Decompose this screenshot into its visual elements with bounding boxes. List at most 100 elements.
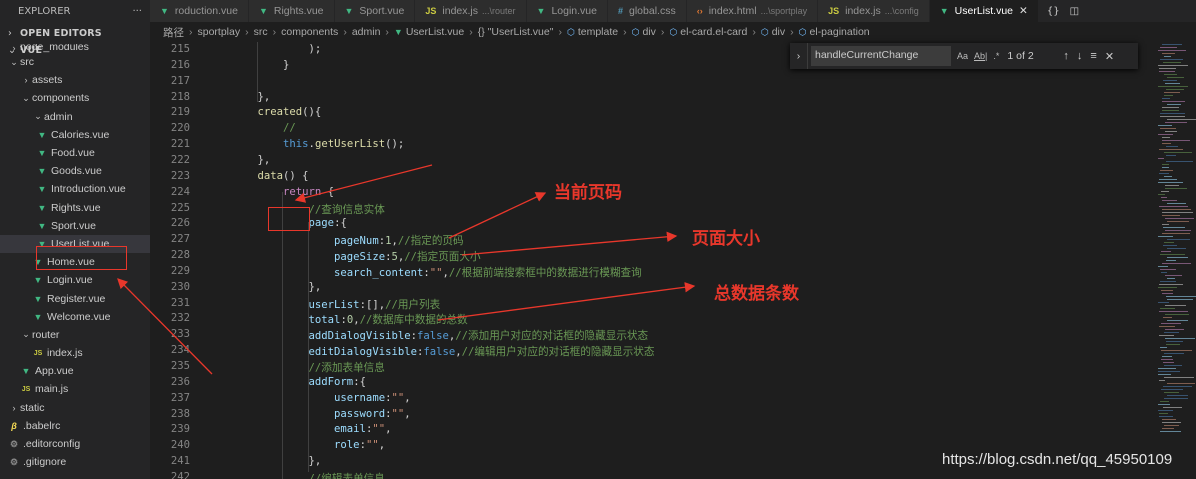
code-line[interactable]: addDialogVisible:false,//添加用户对应的对话框的隐藏显示…	[232, 328, 649, 343]
previous-match-icon[interactable]: ↑	[1063, 50, 1069, 63]
minimap-line	[1167, 221, 1189, 222]
match-case-toggle[interactable]: Aa	[957, 51, 968, 61]
chevron-right-icon: ›	[24, 75, 28, 86]
code-line[interactable]: addForm:{	[232, 376, 366, 388]
code-line[interactable]: return {	[232, 186, 334, 198]
line-number: 232	[170, 312, 190, 325]
breadcrumb-item[interactable]: src	[254, 26, 268, 38]
breadcrumb-item[interactable]: {} "UserList.vue"	[478, 26, 554, 38]
breadcrumb-item[interactable]: el-pagination	[810, 26, 870, 38]
code-line[interactable]: },	[232, 90, 271, 103]
code-editor[interactable]: 215 ); 216 } 217 218 }, 219 created(){220 //…	[150, 42, 1154, 479]
open-json-icon[interactable]: {}	[1047, 6, 1060, 17]
code-line[interactable]: username:"",	[232, 392, 411, 404]
minimap-line	[1164, 377, 1194, 378]
code-line[interactable]: data() {	[232, 170, 309, 182]
regex-toggle[interactable]: .*	[993, 51, 999, 61]
minimap-line	[1164, 398, 1188, 399]
file-app-vue[interactable]: ▼ App.vue	[0, 362, 150, 380]
find-in-selection-icon[interactable]: ≡	[1090, 50, 1096, 63]
code-token: },	[232, 90, 271, 103]
code-token: this	[232, 138, 309, 151]
watermark: https://blog.csdn.net/qq_45950109	[942, 451, 1173, 468]
file--gitignore[interactable]: ⚙ .gitignore	[0, 453, 150, 471]
next-match-icon[interactable]: ↓	[1077, 50, 1083, 63]
file--babelrc[interactable]: β .babelrc	[0, 417, 150, 435]
breadcrumb-item[interactable]: 路径	[163, 25, 184, 40]
whole-word-toggle[interactable]: Ab|	[974, 51, 987, 61]
folder-router[interactable]: ⌄ router	[0, 326, 150, 344]
code-token: );	[232, 43, 322, 55]
minimap-line	[1162, 167, 1169, 168]
code-line[interactable]: created(){	[232, 106, 322, 118]
code-token: ""	[365, 439, 379, 452]
close-icon[interactable]: ✕	[1105, 50, 1114, 63]
code-line[interactable]: //	[232, 122, 296, 134]
minimap-line	[1167, 278, 1175, 279]
tab-roduction-vue[interactable]: ▼ roduction.vue	[150, 0, 249, 22]
file-rights-vue[interactable]: ▼ Rights.vue	[0, 199, 150, 217]
tab-sport-vue[interactable]: ▼ Sport.vue	[334, 0, 416, 22]
breadcrumb-item[interactable]: div	[772, 26, 785, 38]
tree-item-label: Food.vue	[51, 147, 95, 160]
file-goods-vue[interactable]: ▼ Goods.vue	[0, 162, 150, 180]
line-number: 236	[170, 375, 190, 388]
file-index-js[interactable]: JS index.js	[0, 344, 150, 362]
indent-guide	[308, 392, 309, 472]
file-welcome-vue[interactable]: ▼ Welcome.vue	[0, 308, 150, 326]
vue-icon: ▼	[37, 202, 47, 213]
folder-node-modules[interactable]: › node_modules	[0, 44, 150, 53]
code-token: search_content	[232, 266, 424, 279]
code-line[interactable]: //编辑表单信息	[232, 471, 385, 479]
tab-label: Rights.vue	[273, 5, 324, 17]
breadcrumb-item[interactable]: components	[281, 26, 338, 38]
minimap[interactable]	[1154, 42, 1196, 479]
file-introduction-vue[interactable]: ▼ Introduction.vue	[0, 180, 150, 198]
file-login-vue[interactable]: ▼ Login.vue	[0, 271, 150, 289]
file-calories-vue[interactable]: ▼ Calories.vue	[0, 126, 150, 144]
code-line[interactable]: pageNum:1,//指定的页码	[232, 233, 464, 248]
close-icon[interactable]: ✕	[1019, 5, 1028, 17]
folder-components[interactable]: ⌄ components	[0, 89, 150, 107]
file--editorconfig[interactable]: ⚙ .editorconfig	[0, 435, 150, 453]
tab-index-js[interactable]: JS index.js ...\config	[818, 0, 930, 22]
tab-index-html[interactable]: ‹› index.html ...\sportplay	[686, 0, 819, 22]
code-line[interactable]: email:"",	[232, 423, 391, 435]
code-line[interactable]: editDialogVisible:false,//编辑用户对应的对话框的隐藏显…	[232, 344, 655, 359]
tab-rights-vue[interactable]: ▼ Rights.vue	[248, 0, 335, 22]
file-main-js[interactable]: JS main.js	[0, 380, 150, 398]
file-food-vue[interactable]: ▼ Food.vue	[0, 144, 150, 162]
folder-assets[interactable]: › assets	[0, 71, 150, 89]
breadcrumb-item[interactable]: admin	[352, 26, 381, 38]
file-register-vue[interactable]: ▼ Register.vue	[0, 289, 150, 307]
tab-index-js[interactable]: JS index.js ...\router	[415, 0, 527, 22]
code-line[interactable]: password:"",	[232, 408, 411, 420]
folder-src[interactable]: ⌄ src	[0, 53, 150, 71]
code-line[interactable]: total:0,//数据库中数据的总数	[232, 312, 468, 327]
breadcrumb-item[interactable]: UserList.vue	[406, 26, 464, 38]
folder-admin[interactable]: ⌄ admin	[0, 108, 150, 126]
breadcrumb-item[interactable]: el-card.el-card	[680, 26, 747, 38]
tab-global-css[interactable]: # global.css	[607, 0, 687, 22]
more-actions-icon[interactable]: ···	[132, 6, 142, 17]
find-input[interactable]: handleCurrentChange	[811, 46, 951, 66]
code-line[interactable]: this.getUserList();	[232, 138, 404, 150]
chevron-right-icon: ›	[12, 44, 16, 53]
tab-userlist-vue[interactable]: ▼ UserList.vue ✕	[929, 0, 1039, 22]
code-line[interactable]: );	[232, 43, 322, 55]
breadcrumb-item[interactable]: template	[578, 26, 618, 38]
folder-static[interactable]: › static	[0, 399, 150, 417]
breadcrumb-item[interactable]: sportplay	[198, 26, 241, 38]
code-line[interactable]: userList:[],//用户列表	[232, 297, 441, 312]
code-line[interactable]: }	[232, 59, 289, 71]
breadcrumb-item[interactable]: div	[642, 26, 655, 38]
toggle-replace-icon[interactable]: ›	[790, 43, 808, 69]
minimap-line	[1159, 206, 1188, 207]
code-line[interactable]: pageSize:5,//指定页面大小	[232, 249, 481, 264]
code-line[interactable]: search_content:"",//根据前端搜索框中的数据进行模糊查询	[232, 265, 642, 280]
split-editor-icon[interactable]: ◫	[1070, 6, 1079, 17]
tab-login-vue[interactable]: ▼ Login.vue	[526, 0, 608, 22]
file-sport-vue[interactable]: ▼ Sport.vue	[0, 217, 150, 235]
code-line[interactable]: },	[232, 154, 271, 166]
chevron-down-icon: ⌄	[22, 92, 30, 103]
